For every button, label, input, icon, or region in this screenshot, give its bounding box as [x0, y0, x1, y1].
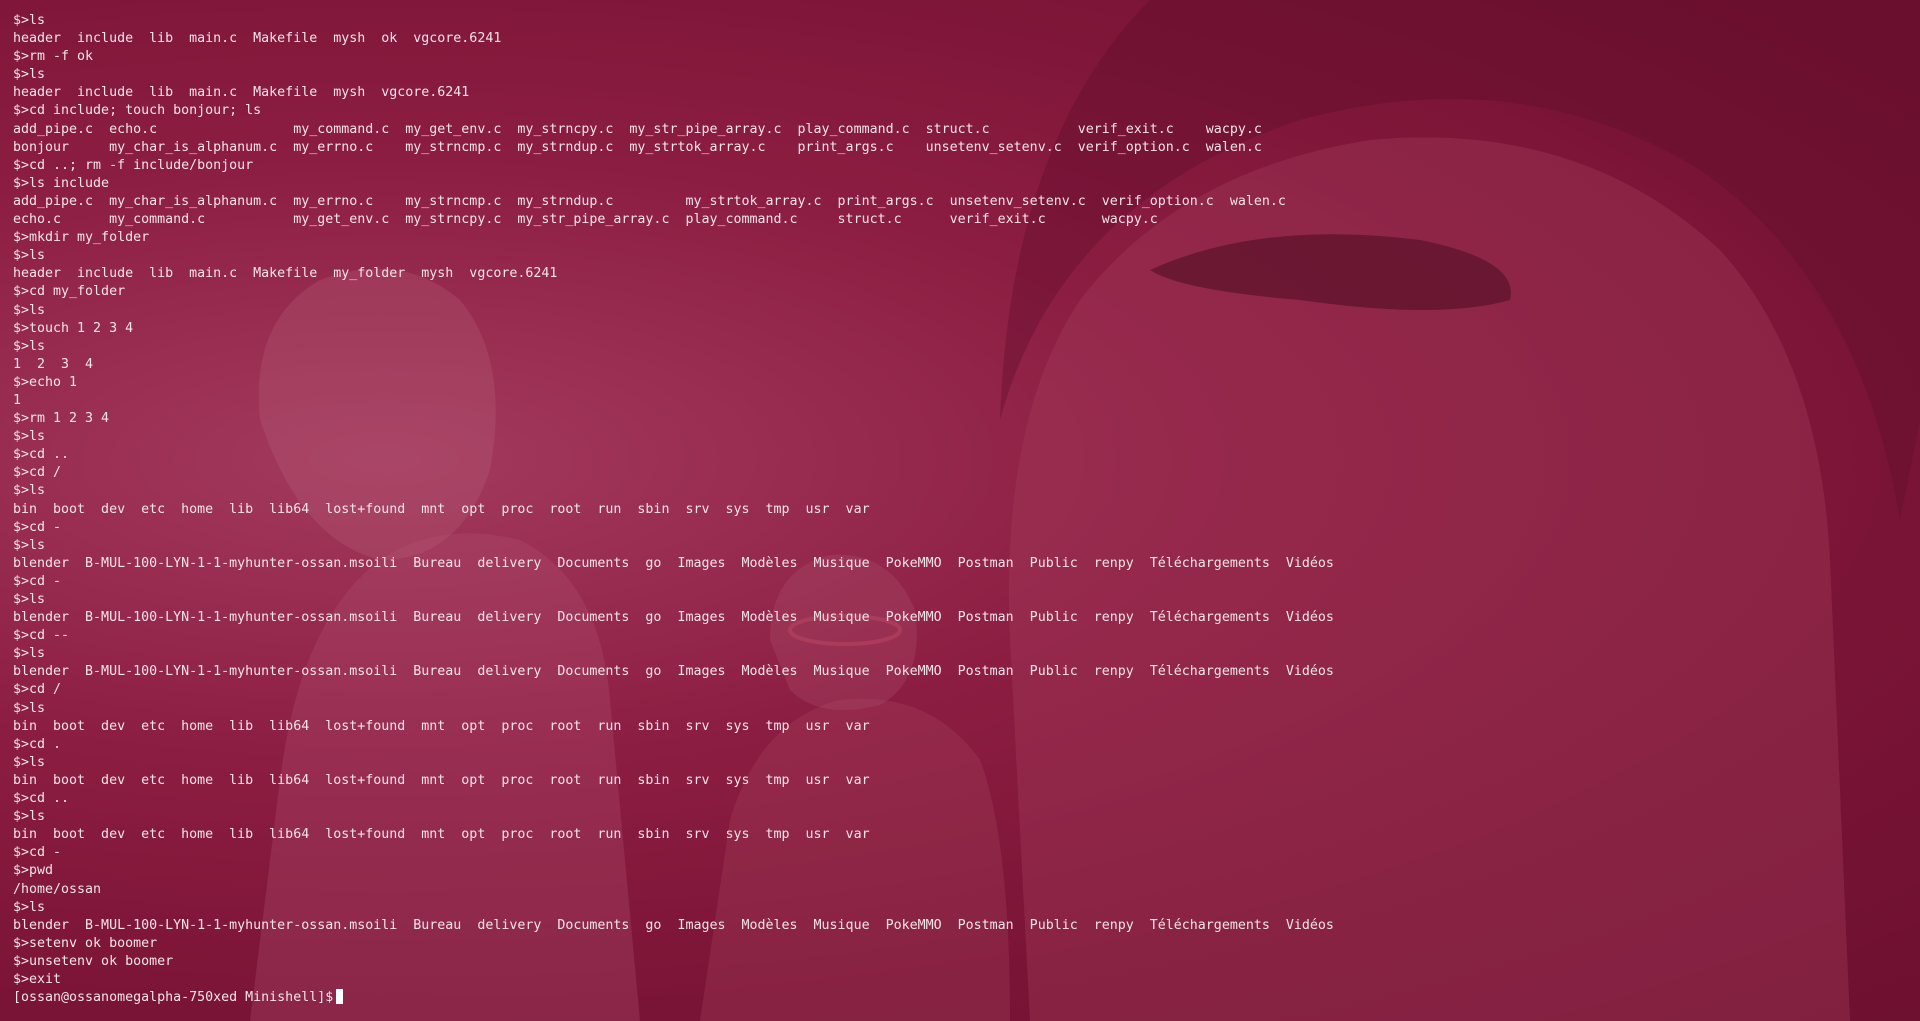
terminal-line: $>ls include [13, 175, 110, 191]
terminal-line: bin boot dev etc home lib lib64 lost+fou… [13, 827, 870, 843]
terminal-output[interactable]: $>ls header include lib main.c Makefile m… [13, 12, 1903, 1012]
terminal-line: $>cd include; touch bonjour; ls [13, 103, 262, 119]
terminal-line: bin boot dev etc home lib lib64 lost+fou… [13, 501, 870, 517]
terminal-line: $>ls [13, 302, 46, 318]
terminal-line: $>cd . [13, 736, 62, 752]
terminal-line: blender B-MUL-100-LYN-1-1-myhunter-ossan… [13, 664, 1334, 680]
shell-prompt-line[interactable]: [ossan@ossanomegalpha-750xed Minishell]$ [13, 989, 1903, 1007]
terminal-line: $>ls [13, 700, 46, 716]
terminal-line: $>unsetenv ok boomer [13, 953, 174, 969]
terminal-line: $>cd .. [13, 447, 70, 463]
terminal-line: bonjour my_char_is_alphanum.c my_errno.c… [13, 139, 1262, 155]
terminal-line: blender B-MUL-100-LYN-1-1-myhunter-ossan… [13, 610, 1334, 626]
terminal-line: echo.c my_command.c my_get_env.c my_strn… [13, 212, 1158, 228]
terminal-line: $>echo 1 [13, 374, 78, 390]
terminal-line: add_pipe.c echo.c my_command.c my_get_en… [13, 121, 1262, 137]
terminal-line: $>cd - [13, 845, 62, 861]
terminal-line: $>rm 1 2 3 4 [13, 411, 110, 427]
terminal-line: bin boot dev etc home lib lib64 lost+fou… [13, 772, 870, 788]
terminal-line: $>ls [13, 67, 46, 83]
terminal-line: $>touch 1 2 3 4 [13, 320, 134, 336]
terminal-line: $>cd / [13, 465, 62, 481]
terminal-line: $>cd ..; rm -f include/bonjour [13, 157, 254, 173]
terminal-line: $>cd my_folder [13, 284, 126, 300]
terminal-line: $>ls [13, 809, 46, 825]
terminal-line: header include lib main.c Makefile my_fo… [13, 266, 558, 282]
terminal-line: blender B-MUL-100-LYN-1-1-myhunter-ossan… [13, 917, 1334, 933]
terminal-line: $>exit [13, 971, 62, 987]
terminal-line: $>ls [13, 646, 46, 662]
terminal-line: header include lib main.c Makefile mysh … [13, 85, 470, 101]
terminal-line: $>rm -f ok [13, 49, 94, 65]
terminal-line: $>ls [13, 13, 46, 28]
terminal-line: $>ls [13, 592, 46, 607]
terminal-line: add_pipe.c my_char_is_alphanum.c my_errn… [13, 193, 1286, 209]
terminal-line: $>cd -- [13, 628, 70, 644]
terminal-line: $>ls [13, 754, 46, 770]
shell-prompt: [ossan@ossanomegalpha-750xed Minishell]$ [13, 990, 334, 1006]
terminal-line: $>pwd [13, 863, 54, 879]
terminal-line: $>ls [13, 483, 46, 499]
terminal-line: $>ls [13, 429, 46, 445]
terminal-line: $>ls [13, 248, 46, 264]
terminal-line: $>ls [13, 899, 46, 915]
terminal-line: $>setenv ok boomer [13, 935, 158, 951]
terminal-line: $>mkdir my_folder [13, 230, 150, 246]
terminal-line: $>cd / [13, 682, 62, 698]
text-cursor [336, 989, 344, 1005]
terminal-line: blender B-MUL-100-LYN-1-1-myhunter-ossan… [13, 555, 1334, 571]
terminal-line: 1 [13, 392, 22, 408]
terminal-line: $>cd .. [13, 791, 70, 807]
terminal-line: $>ls [13, 537, 46, 553]
terminal-line: $>ls [13, 338, 46, 354]
terminal-line: /home/ossan [13, 881, 102, 897]
terminal-line: $>cd - [13, 573, 62, 589]
terminal-line: 1 2 3 4 [13, 356, 94, 372]
terminal-line: header include lib main.c Makefile mysh … [13, 31, 502, 47]
terminal-line: $>cd - [13, 519, 62, 535]
terminal-line: bin boot dev etc home lib lib64 lost+fou… [13, 718, 870, 734]
